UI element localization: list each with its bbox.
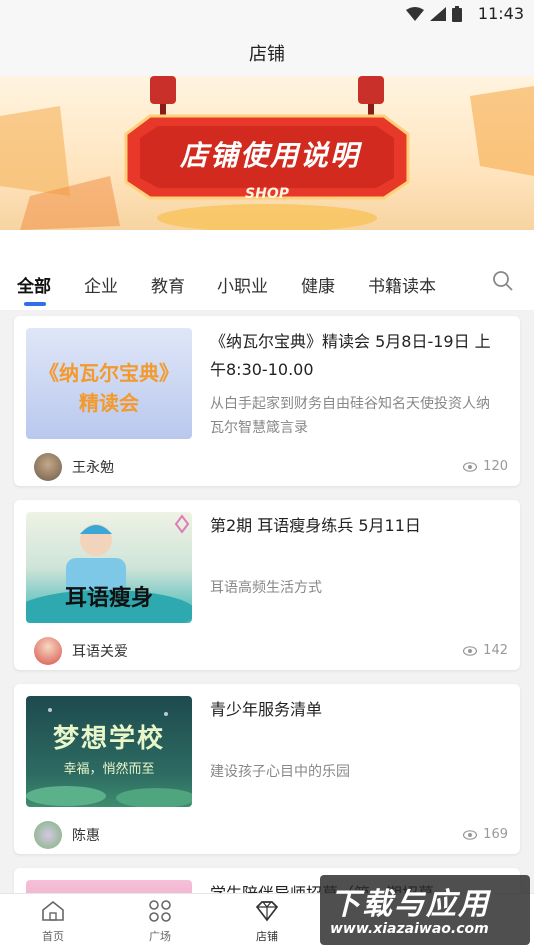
nav-shop[interactable]: 店铺 [227,900,307,944]
view-count-value: 169 [483,827,508,842]
category-tabs: 全部 企业 教育 小职业 健康 书籍读本 [0,230,534,310]
watermark-url: www.xiazaiwao.com [330,921,489,937]
watermark-text: 下载与应用 [330,887,490,922]
tab-books[interactable]: 书籍读本 [368,272,436,297]
view-count-value: 142 [483,643,508,658]
author-name: 耳语关爱 [72,644,128,660]
tab-health[interactable]: 健康 [301,272,335,297]
card-author[interactable]: 耳语关爱 [34,637,128,665]
view-count-value: 120 [483,459,508,474]
card-title: 第2期 耳语瘦身练兵 5月11日 [210,516,421,535]
status-bar: 11:43 [0,0,534,28]
avatar [34,637,62,665]
tab-indicator [24,302,46,306]
card-author[interactable]: 陈惠 [34,821,100,849]
card-title: 《纳瓦尔宝典》精读会 5月8日-19日 上午8:30-10.00 [210,332,491,379]
avatar [34,821,62,849]
wifi-icon [406,7,424,21]
nav-square[interactable]: 广场 [120,900,200,944]
card-thumbnail: 《纳瓦尔宝典》 精读会 [26,328,192,439]
author-name: 王永勉 [72,460,114,476]
banner-title: 店铺使用说明 [179,139,360,172]
thumbnail-subtext: 幸福，悄然而至 [63,762,155,777]
battery-icon [452,6,462,22]
card-description: 从白手起家到财务自由硅谷知名天使投资人纳瓦尔智慧箴言录 [210,396,490,436]
card-author[interactable]: 王永勉 [34,453,114,481]
signal-icon [430,7,446,21]
grid-icon [149,900,171,922]
view-count: 120 [463,459,508,474]
status-icons [406,6,462,22]
search-icon[interactable] [492,270,514,292]
thumbnail-text: 《纳瓦尔宝典》 精读会 [39,361,179,415]
card-description: 建设孩子心目中的乐园 [210,764,350,780]
thumbnail-text: 耳语瘦身 [64,586,153,611]
app-bar: 店铺 [0,28,534,76]
view-count: 142 [463,643,508,658]
banner[interactable]: 店铺使用说明 SHOP [0,76,534,230]
tab-enterprise[interactable]: 企业 [84,272,118,297]
nav-square-label: 广场 [149,930,171,943]
banner-subtitle: SHOP [245,186,289,202]
tab-small-career[interactable]: 小职业 [217,272,268,297]
author-name: 陈惠 [72,828,100,844]
card-thumbnail: 梦想学校 幸福，悄然而至 [26,696,192,807]
thumbnail-text: 梦想学校 [52,724,165,754]
eye-icon [463,829,478,840]
tab-all[interactable]: 全部 [17,272,51,297]
card-title: 青少年服务清单 [210,700,323,719]
home-icon [42,900,64,921]
list-item[interactable]: 《纳瓦尔宝典》 精读会 《纳瓦尔宝典》精读会 5月8日-19日 上午8:30-1… [14,316,520,486]
status-time: 11:43 [477,4,524,23]
diamond-icon [255,901,279,922]
page-title: 店铺 [249,44,285,65]
card-description: 耳语高频生活方式 [210,580,322,596]
avatar [34,453,62,481]
list-item[interactable]: 梦想学校 幸福，悄然而至 青少年服务清单 建设孩子心目中的乐园 陈惠 169 [14,684,520,854]
watermark-overlay: 下载与应用 www.xiazaiwao.com [320,875,530,945]
list-item[interactable]: 耳语瘦身 第2期 耳语瘦身练兵 5月11日 耳语高频生活方式 耳语关爱 142 [14,500,520,670]
nav-shop-label: 店铺 [256,930,278,943]
tab-education[interactable]: 教育 [151,272,185,297]
card-thumbnail: 耳语瘦身 [26,512,192,623]
view-count: 169 [463,827,508,842]
eye-icon [463,645,478,656]
nav-home[interactable]: 首页 [13,900,93,944]
eye-icon [463,461,478,472]
nav-home-label: 首页 [42,930,64,943]
